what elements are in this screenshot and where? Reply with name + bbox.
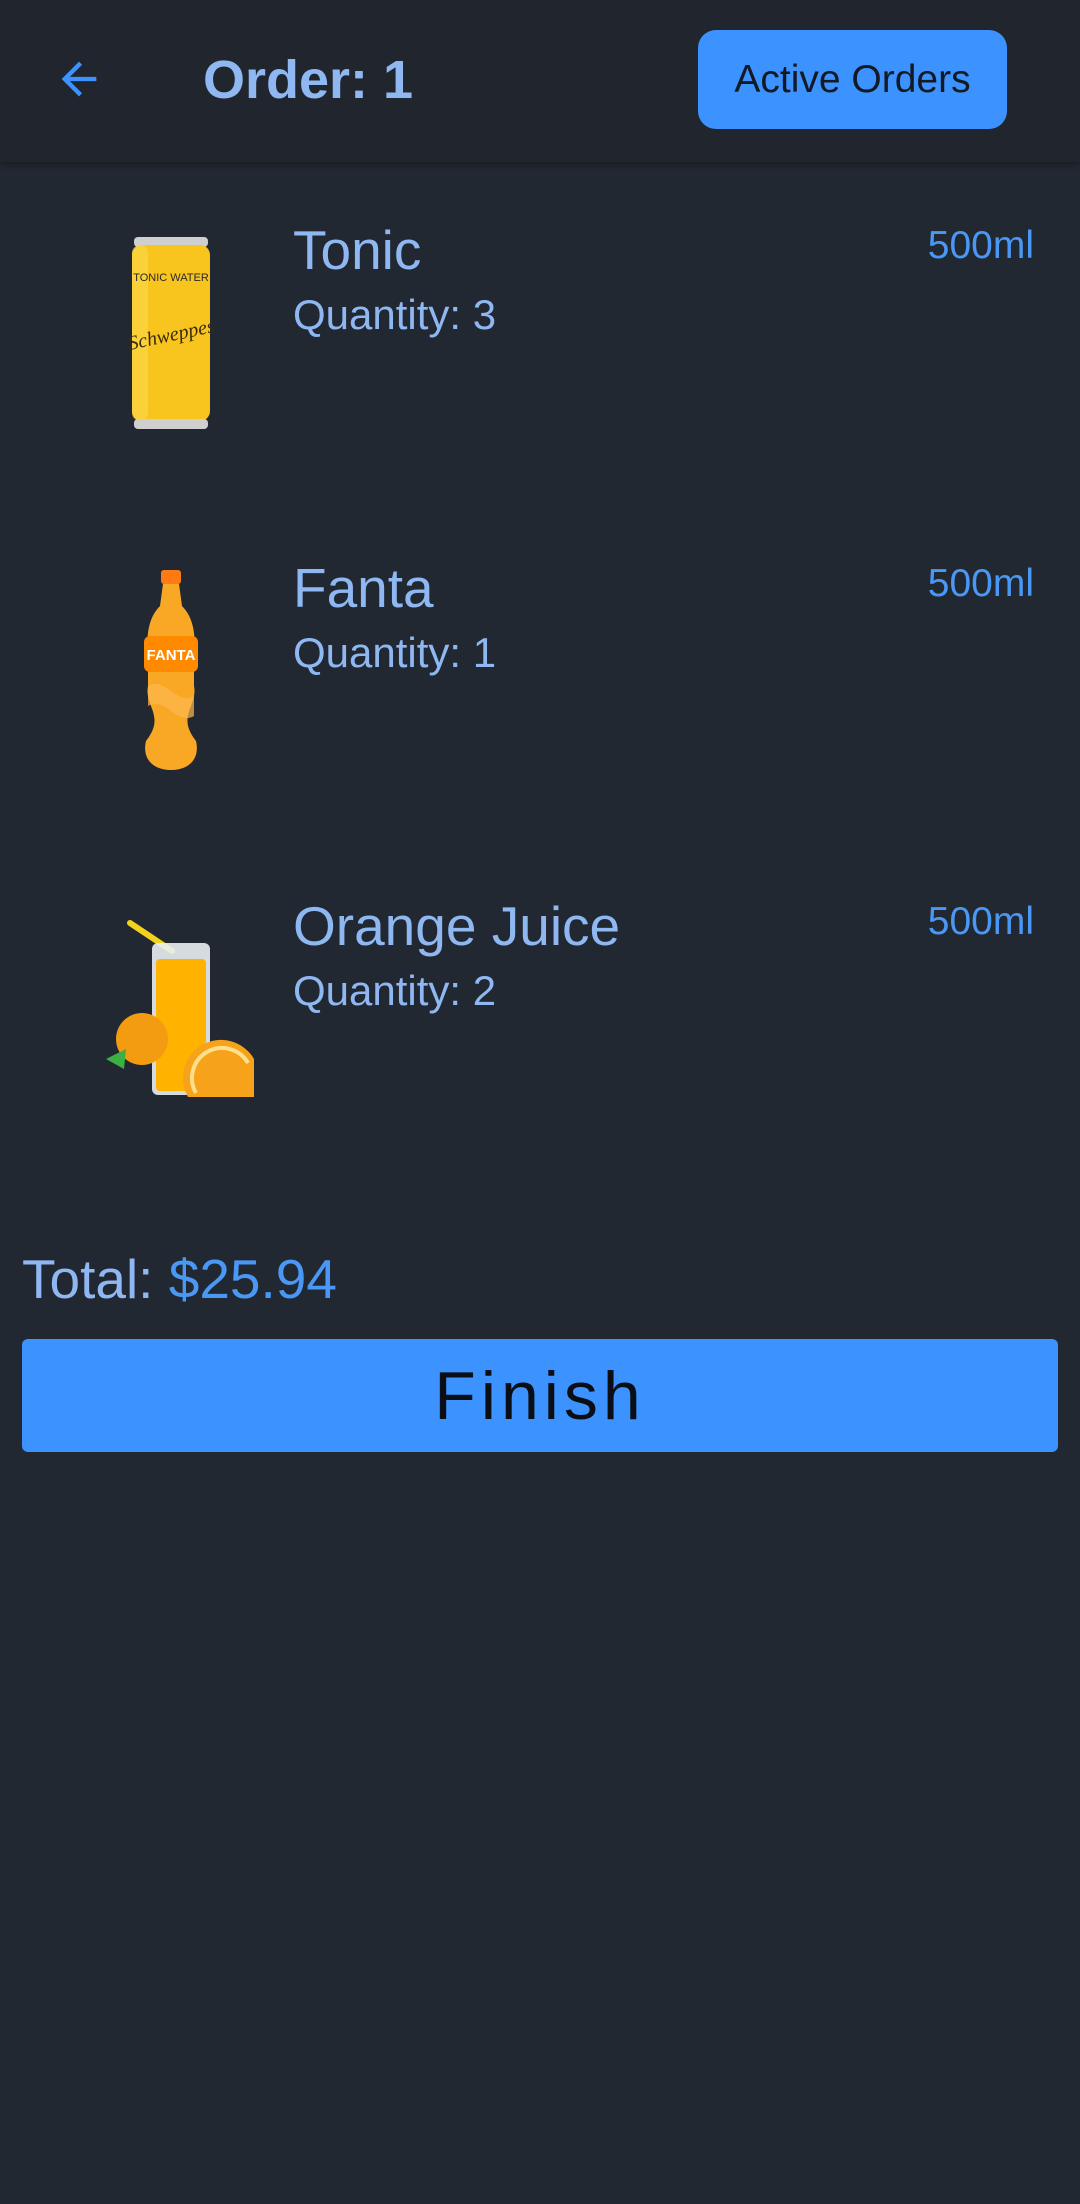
item-quantity: Quantity: 1 (293, 629, 497, 676)
active-orders-button[interactable]: Active Orders (698, 30, 1007, 129)
order-item: FANTA Fanta Quantity: 1 500ml (0, 556, 1080, 826)
page-title: Order: 1 (203, 50, 414, 110)
order-total: Total: $25.94 (22, 1246, 337, 1312)
item-quantity: Quantity: 2 (293, 967, 497, 1014)
item-size: 500ml (927, 224, 1034, 267)
finish-button[interactable]: Finish (22, 1339, 1058, 1452)
back-button[interactable] (40, 40, 118, 118)
order-item: Orange Juice Quantity: 2 500ml (0, 894, 1080, 1164)
can-label: TONIC WATER (133, 272, 209, 284)
total-value: $25.94 (168, 1248, 337, 1310)
total-label: Total: (22, 1248, 169, 1310)
app-bar: Order: 1 Active Orders (0, 0, 1080, 162)
item-quantity: Quantity: 3 (293, 291, 497, 338)
item-size: 500ml (927, 562, 1034, 605)
item-size: 500ml (927, 900, 1034, 943)
order-item: TONIC WATER Schweppes Tonic Quantity: 3 … (0, 218, 1080, 488)
arrow-left-icon (61, 61, 97, 97)
orange-juice-glass-image (76, 894, 266, 1124)
fanta-bottle-image: FANTA (76, 556, 266, 786)
bottle-brand: FANTA (147, 647, 196, 664)
item-name: Fanta (293, 557, 434, 619)
schweppes-can-image: TONIC WATER Schweppes (76, 218, 266, 448)
item-name: Orange Juice (293, 895, 621, 957)
item-name: Tonic (293, 219, 422, 281)
